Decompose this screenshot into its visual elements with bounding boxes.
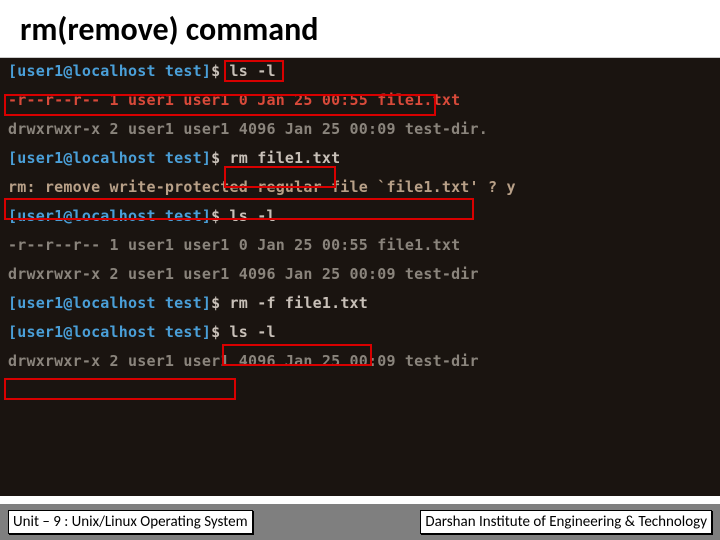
terminal-line-8: [user1@localhost test]$ rm -f file1.txt — [8, 296, 712, 311]
terminal-screenshot: [user1@localhost test]$ ls -l -r--r--r--… — [0, 58, 720, 496]
terminal-line-3: [user1@localhost test]$ rm file1.txt — [8, 151, 712, 166]
highlight-box — [4, 378, 236, 400]
prompt-user: [user1@localhost test] — [8, 62, 211, 80]
title-bold: rm — [20, 10, 57, 49]
terminal-line-0: [user1@localhost test]$ ls -l — [8, 64, 712, 79]
slide-title: rm(remove) command — [20, 10, 700, 49]
terminal-line-6: -r--r--r-- 1 user1 user1 0 Jan 25 00:55 … — [8, 238, 712, 253]
prompt-dollar: $ — [211, 62, 220, 80]
command-text: rm file1.txt — [230, 149, 341, 167]
terminal-line-9: [user1@localhost test]$ ls -l — [8, 325, 712, 340]
terminal-line-5: [user1@localhost test]$ ls -l — [8, 209, 712, 224]
command-text: ls -l — [230, 207, 276, 225]
slide-footer: Unit – 9 : Unix/Linux Operating System D… — [0, 504, 720, 540]
prompt-dollar: $ — [211, 207, 220, 225]
footer-right: Darshan Institute of Engineering & Techn… — [420, 510, 712, 534]
prompt-dollar: $ — [211, 294, 220, 312]
slide-title-area: rm(remove) command — [0, 0, 720, 58]
command-text: ls -l — [230, 62, 276, 80]
prompt-user: [user1@localhost test] — [8, 323, 211, 341]
prompt-user: [user1@localhost test] — [8, 207, 211, 225]
prompt-user: [user1@localhost test] — [8, 294, 211, 312]
terminal-line-4: rm: remove write-protected regular file … — [8, 180, 712, 195]
prompt-dollar: $ — [211, 149, 220, 167]
command-text: ls -l — [230, 323, 276, 341]
terminal-line-10: drwxrwxr-x 2 user1 user1 4096 Jan 25 00:… — [8, 354, 712, 369]
prompt-user: [user1@localhost test] — [8, 149, 211, 167]
command-text: rm -f file1.txt — [230, 294, 368, 312]
terminal-line-2: drwxrwxr-x 2 user1 user1 4096 Jan 25 00:… — [8, 122, 712, 137]
footer-left: Unit – 9 : Unix/Linux Operating System — [8, 510, 253, 534]
terminal-line-7: drwxrwxr-x 2 user1 user1 4096 Jan 25 00:… — [8, 267, 712, 282]
terminal-line-1: -r--r--r-- 1 user1 user1 0 Jan 25 00:55 … — [8, 93, 712, 108]
title-rest: (remove) command — [57, 10, 318, 49]
prompt-dollar: $ — [211, 323, 220, 341]
